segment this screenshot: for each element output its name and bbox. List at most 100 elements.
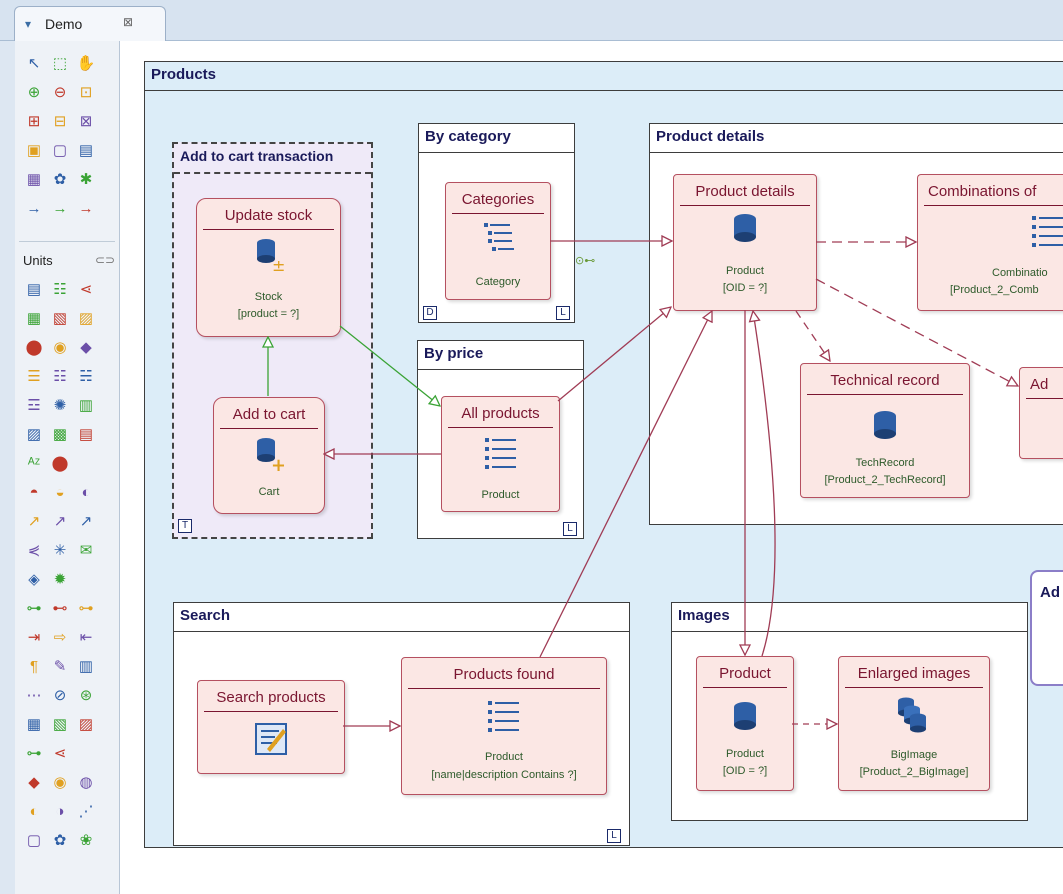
palette-unit-tool-icon[interactable]: ☷ — [49, 366, 71, 388]
palette-top-tool-icon[interactable]: ⊡ — [75, 82, 97, 104]
palette-unit-tool-icon[interactable]: ⬤ — [49, 453, 71, 475]
palette-unit-tool-icon[interactable]: ✿ — [49, 830, 71, 852]
palette-unit-tool-icon[interactable]: ↗ — [23, 511, 45, 533]
palette-unit-tool-icon[interactable]: ▢ — [23, 830, 45, 852]
palette-top-tool-icon[interactable]: ⊠ — [75, 111, 97, 133]
palette-unit-tool-icon[interactable]: ⬤ — [23, 337, 45, 359]
palette-top-tool-icon[interactable]: ↖ — [23, 53, 45, 75]
palette-top-tool-icon[interactable]: ⊕ — [23, 82, 45, 104]
palette-unit-tool-icon[interactable]: ☰ — [23, 366, 45, 388]
palette-row: ▢ ✿ ❀ — [23, 830, 119, 852]
palette-unit-tool-icon[interactable]: ⋞ — [23, 540, 45, 562]
palette-unit-tool-icon[interactable]: ᴬᶻ — [23, 453, 45, 475]
palette-unit-tool-icon[interactable]: ⊶ — [23, 598, 45, 620]
palette-unit-tool-icon[interactable]: ▨ — [75, 714, 97, 736]
palette-unit-tool-icon[interactable]: ▧ — [49, 308, 71, 330]
palette-unit-tool-icon[interactable]: ◐ — [23, 801, 45, 823]
palette-row: ▣ ▢ ▤ — [23, 140, 119, 162]
palette-top-tool-icon[interactable]: ▣ — [23, 140, 45, 162]
palette-unit-tool-icon[interactable]: ◉ — [49, 772, 71, 794]
palette-top-tool-icon[interactable]: → — [75, 198, 97, 220]
palette-top-tool-icon[interactable]: ⊞ — [23, 111, 45, 133]
palette-top-tool-icon[interactable]: ⬚ — [49, 53, 71, 75]
palette-unit-tool-icon[interactable]: ▨ — [23, 424, 45, 446]
palette-units-label: Units — [23, 253, 53, 268]
palette-unit-tool-icon[interactable]: ☵ — [75, 366, 97, 388]
palette-row: ◐ ◑ ⋰ — [23, 801, 119, 823]
palette-unit-tool-icon[interactable]: ◈ — [23, 569, 45, 591]
palette-unit-tool-icon[interactable]: ↗ — [75, 511, 97, 533]
palette-top-tool-icon[interactable]: ⊟ — [49, 111, 71, 133]
palette-row: ▤ ☷ ⋖ — [23, 279, 119, 301]
palette-unit-tool-icon[interactable]: ◆ — [23, 772, 45, 794]
palette-top-tool-icon[interactable]: ▦ — [23, 169, 45, 191]
palette-unit-tool-icon[interactable]: ¶ — [23, 656, 45, 678]
palette-row: ◓ ◒ ◐ — [23, 482, 119, 504]
palette-unit-tool-icon[interactable]: ⋖ — [75, 279, 97, 301]
palette-unit-tool-icon[interactable]: ⇥ — [23, 627, 45, 649]
link-icon[interactable]: ⊂⊃ — [95, 253, 115, 267]
palette-unit-tool-icon[interactable]: ⇤ — [75, 627, 97, 649]
palette-row: ¶ ✎ ▥ — [23, 656, 119, 678]
palette-unit-tool-icon[interactable]: ⇨ — [49, 627, 71, 649]
palette-unit-tool-icon[interactable]: ⊶ — [23, 743, 45, 765]
palette-unit-tool-icon[interactable]: ✉ — [75, 540, 97, 562]
palette-unit-tool-icon[interactable]: ✳ — [49, 540, 71, 562]
palette-unit-tool-icon[interactable]: ▨ — [75, 308, 97, 330]
palette-top-tool-icon[interactable]: ✿ — [49, 169, 71, 191]
palette-unit-tool-icon[interactable]: ◓ — [23, 482, 45, 504]
palette-unit-tool-icon[interactable]: ✹ — [49, 569, 71, 591]
palette-row: ᴬᶻ ⬤ — [23, 453, 119, 475]
palette-row: ▦ ▧ ▨ — [23, 308, 119, 330]
palette-row: ▦ ✿ ✱ — [23, 169, 119, 191]
palette-unit-tool-icon[interactable]: ▦ — [23, 308, 45, 330]
palette-unit-tool-icon[interactable]: ☷ — [49, 279, 71, 301]
palette-unit-tool-icon[interactable]: ▦ — [23, 714, 45, 736]
palette-unit-tool-icon[interactable]: ◍ — [75, 772, 97, 794]
palette-unit-tool-icon[interactable]: ▥ — [75, 395, 97, 417]
palette-top-tool-icon[interactable]: ✱ — [75, 169, 97, 191]
palette-unit-tool-icon[interactable]: ✎ — [49, 656, 71, 678]
palette-unit-tool-icon[interactable]: ◐ — [75, 482, 97, 504]
palette-unit-tool-icon[interactable]: ▤ — [23, 279, 45, 301]
palette-top-tool-icon[interactable]: ▤ — [75, 140, 97, 162]
palette-unit-tool-icon[interactable]: ⋰ — [75, 801, 97, 823]
palette-row: ⇥ ⇨ ⇤ — [23, 627, 119, 649]
palette-unit-tool-icon[interactable]: ↗ — [49, 511, 71, 533]
palette-row: ⋞ ✳ ✉ — [23, 540, 119, 562]
palette-top-tool-icon[interactable]: ▢ — [49, 140, 71, 162]
link-all-products-to-details — [557, 307, 671, 402]
palette-unit-tool-icon[interactable]: ▤ — [75, 424, 97, 446]
palette-row: ◆ ◉ ◍ — [23, 772, 119, 794]
palette-unit-tool-icon[interactable]: ⊘ — [49, 685, 71, 707]
palette-unit-tool-icon[interactable]: ❀ — [75, 830, 97, 852]
palette-unit-tool-icon[interactable]: ◑ — [49, 801, 71, 823]
palette-top-tool-icon[interactable]: ⊖ — [49, 82, 71, 104]
palette-top-tool-icon[interactable]: ✋ — [75, 53, 97, 75]
palette-row: ▦ ▧ ▨ — [23, 714, 119, 736]
diagram-canvas[interactable]: Products Add to cart transaction T By ca… — [120, 41, 1063, 894]
palette-top-tool-icon[interactable]: → — [23, 198, 45, 220]
tab-demo[interactable]: ▾ Demo ⊠ — [14, 6, 166, 41]
tool-palette: ↖ ⬚ ✋ ⊕ ⊖ ⊡ ⊞ ⊟ ⊠ ▣ ▢ ▤ ▦ ✿ ✱ → → → Units ⊂⊃ ▤ ☷ ⋖ ▦ ▧ ▨ ⬤ ◉ ◆ ☰ ☷ ☵… — [15, 41, 120, 894]
palette-unit-tool-icon[interactable]: ⊛ — [75, 685, 97, 707]
palette-unit-tool-icon[interactable]: ⊷ — [49, 598, 71, 620]
palette-row: ⊕ ⊖ ⊡ — [23, 82, 119, 104]
palette-unit-tool-icon[interactable]: ▩ — [49, 424, 71, 446]
palette-unit-tool-icon[interactable]: ▧ — [49, 714, 71, 736]
diagram-links: ⊙⊷ — [120, 41, 1063, 894]
palette-row: ⊶ ⊷ ⊶ — [23, 598, 119, 620]
palette-unit-tool-icon[interactable]: ▥ — [75, 656, 97, 678]
palette-unit-tool-icon[interactable]: ◉ — [49, 337, 71, 359]
palette-unit-tool-icon[interactable]: ⊶ — [75, 598, 97, 620]
palette-unit-tool-icon[interactable]: ⋯ — [23, 685, 45, 707]
palette-unit-tool-icon[interactable]: ◆ — [75, 337, 97, 359]
palette-row: ⊞ ⊟ ⊠ — [23, 111, 119, 133]
close-icon[interactable]: ⊠ — [123, 15, 133, 29]
palette-unit-tool-icon[interactable]: ✺ — [49, 395, 71, 417]
palette-unit-tool-icon[interactable]: ◒ — [49, 482, 71, 504]
palette-unit-tool-icon[interactable]: ☲ — [23, 395, 45, 417]
palette-top-tool-icon[interactable]: → — [49, 198, 71, 220]
palette-row: ☲ ✺ ▥ — [23, 395, 119, 417]
palette-unit-tool-icon[interactable]: ⋖ — [49, 743, 71, 765]
